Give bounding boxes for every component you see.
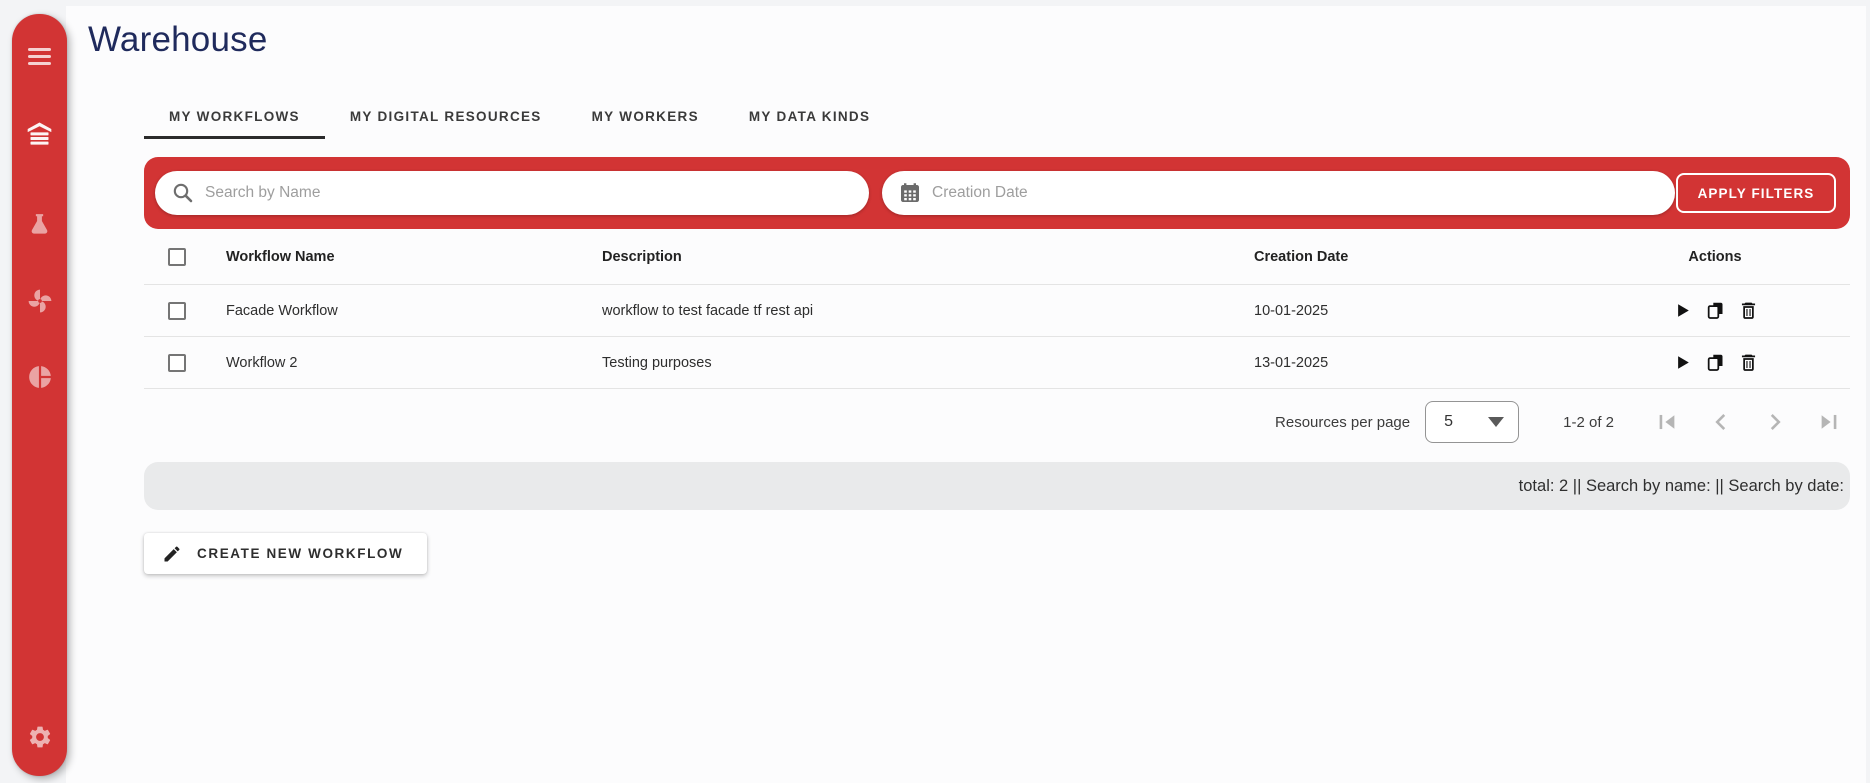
search-field-wrap bbox=[155, 171, 869, 215]
first-page-icon bbox=[1659, 414, 1675, 430]
date-field-wrap bbox=[882, 171, 1675, 215]
tab-my-data-kinds[interactable]: MY DATA KINDS bbox=[724, 98, 895, 139]
run-workflow-button[interactable] bbox=[1672, 300, 1693, 322]
workflow-name-cell: Facade Workflow bbox=[226, 302, 338, 319]
pagination-bar: Resources per page 5 1-2 of 2 bbox=[144, 389, 1850, 455]
column-header-description: Description bbox=[602, 248, 682, 265]
delete-icon bbox=[1741, 354, 1755, 371]
menu-toggle-button[interactable] bbox=[23, 41, 57, 71]
previous-page-button[interactable] bbox=[1708, 409, 1734, 435]
apply-filters-button[interactable]: APPLY FILTERS bbox=[1676, 173, 1836, 213]
create-new-workflow-label: CREATE NEW WORKFLOW bbox=[197, 546, 404, 561]
description-cell: Testing purposes bbox=[602, 354, 712, 371]
gear-icon bbox=[29, 726, 50, 748]
workflow-name-cell: Workflow 2 bbox=[226, 354, 298, 371]
row-checkbox[interactable] bbox=[168, 353, 186, 372]
sidebar bbox=[12, 14, 67, 776]
workflows-table: Workflow Name Description Creation Date … bbox=[144, 229, 1850, 455]
table-header-row: Workflow Name Description Creation Date … bbox=[144, 229, 1850, 285]
run-workflow-button[interactable] bbox=[1672, 352, 1693, 374]
warehouse-icon bbox=[27, 121, 52, 145]
pencil-icon bbox=[164, 545, 180, 561]
table-row: Workflow 2 Testing purposes 13-01-2025 bbox=[144, 337, 1850, 389]
table-row: Facade Workflow workflow to test facade … bbox=[144, 285, 1850, 337]
next-page-icon bbox=[1770, 414, 1781, 430]
row-checkbox[interactable] bbox=[168, 301, 186, 320]
status-bar-text: total: 2 || Search by name: || Search by… bbox=[1518, 476, 1844, 495]
column-header-creation-date: Creation Date bbox=[1254, 248, 1349, 265]
previous-page-icon bbox=[1715, 414, 1726, 430]
pagination-range-label: 1-2 of 2 bbox=[1563, 413, 1614, 431]
status-bar: total: 2 || Search by name: || Search by… bbox=[144, 462, 1850, 510]
copy-workflow-button[interactable] bbox=[1705, 300, 1726, 322]
column-header-workflow-name: Workflow Name bbox=[226, 248, 335, 265]
flask-icon bbox=[31, 213, 48, 234]
last-page-button[interactable] bbox=[1816, 409, 1842, 435]
select-all-checkbox[interactable] bbox=[168, 247, 186, 266]
copy-icon bbox=[1707, 302, 1722, 319]
copy-icon bbox=[1707, 354, 1722, 371]
description-cell: workflow to test facade tf rest api bbox=[602, 302, 814, 319]
tab-my-workers[interactable]: MY WORKERS bbox=[567, 98, 724, 139]
creation-date-cell: 13-01-2025 bbox=[1254, 354, 1329, 371]
pie-chart-icon bbox=[28, 366, 51, 388]
page-size-value: 5 bbox=[1444, 413, 1454, 430]
tab-my-digital-resources[interactable]: MY DIGITAL RESOURCES bbox=[325, 98, 567, 139]
copy-workflow-button[interactable] bbox=[1705, 352, 1726, 374]
tab-bar: MY WORKFLOWS MY DIGITAL RESOURCES MY WOR… bbox=[144, 98, 895, 139]
sidebar-item-experiments[interactable] bbox=[23, 209, 57, 239]
column-header-actions: Actions bbox=[1688, 248, 1742, 265]
creation-date-cell: 10-01-2025 bbox=[1254, 302, 1329, 319]
sidebar-item-workflows[interactable] bbox=[23, 286, 57, 316]
filter-bar: APPLY FILTERS bbox=[144, 157, 1850, 229]
create-new-workflow-button[interactable]: CREATE NEW WORKFLOW bbox=[144, 533, 428, 574]
page-size-select[interactable]: 5 bbox=[1425, 401, 1520, 443]
delete-icon bbox=[1741, 302, 1755, 319]
first-page-button[interactable] bbox=[1654, 409, 1680, 435]
search-input[interactable] bbox=[155, 171, 869, 215]
fan-icon bbox=[28, 289, 51, 313]
run-icon bbox=[1677, 355, 1689, 369]
page-title: Warehouse bbox=[88, 20, 268, 59]
last-page-icon bbox=[1821, 414, 1837, 430]
creation-date-input[interactable] bbox=[882, 171, 1675, 215]
sidebar-item-warehouse[interactable] bbox=[23, 118, 57, 148]
sidebar-item-analytics[interactable] bbox=[23, 362, 57, 392]
chevron-down-icon bbox=[1488, 417, 1505, 427]
delete-workflow-button[interactable] bbox=[1738, 352, 1759, 374]
sidebar-item-settings[interactable] bbox=[23, 722, 57, 752]
hamburger-icon bbox=[28, 47, 51, 65]
tab-my-workflows[interactable]: MY WORKFLOWS bbox=[144, 98, 325, 139]
run-icon bbox=[1677, 303, 1689, 317]
delete-workflow-button[interactable] bbox=[1738, 300, 1759, 322]
next-page-button[interactable] bbox=[1762, 409, 1788, 435]
resources-per-page-label: Resources per page bbox=[1275, 413, 1411, 431]
